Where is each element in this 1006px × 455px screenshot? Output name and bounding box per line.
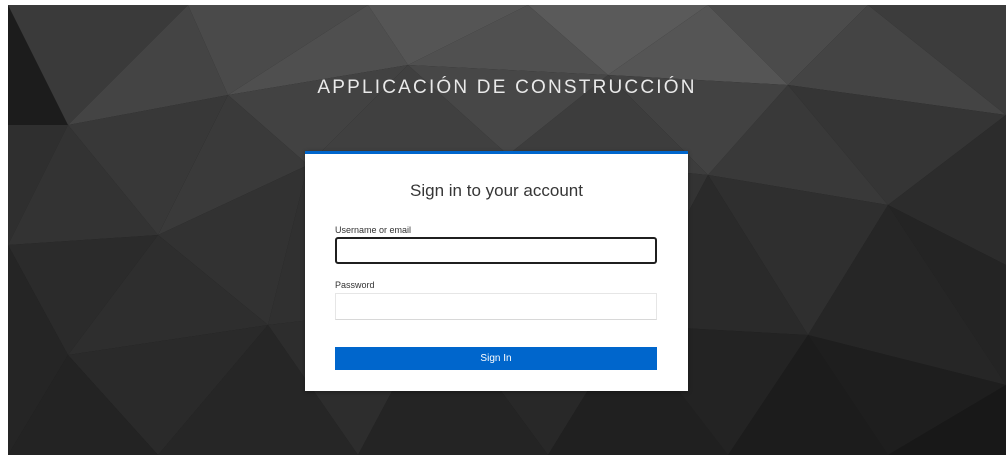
sign-in-button[interactable]: Sign In <box>335 347 657 370</box>
username-input[interactable] <box>335 237 657 264</box>
login-card: Sign in to your account Username or emai… <box>305 151 688 391</box>
login-title: Sign in to your account <box>410 181 583 200</box>
password-label: Password <box>335 280 375 290</box>
app-brand-title: APPLICACIÓN DE CONSTRUCCIÓN <box>317 77 697 98</box>
login-screen: APPLICACIÓN DE CONSTRUCCIÓN Sign in to y… <box>8 5 1006 455</box>
username-label: Username or email <box>335 225 412 235</box>
password-input[interactable] <box>335 293 657 320</box>
